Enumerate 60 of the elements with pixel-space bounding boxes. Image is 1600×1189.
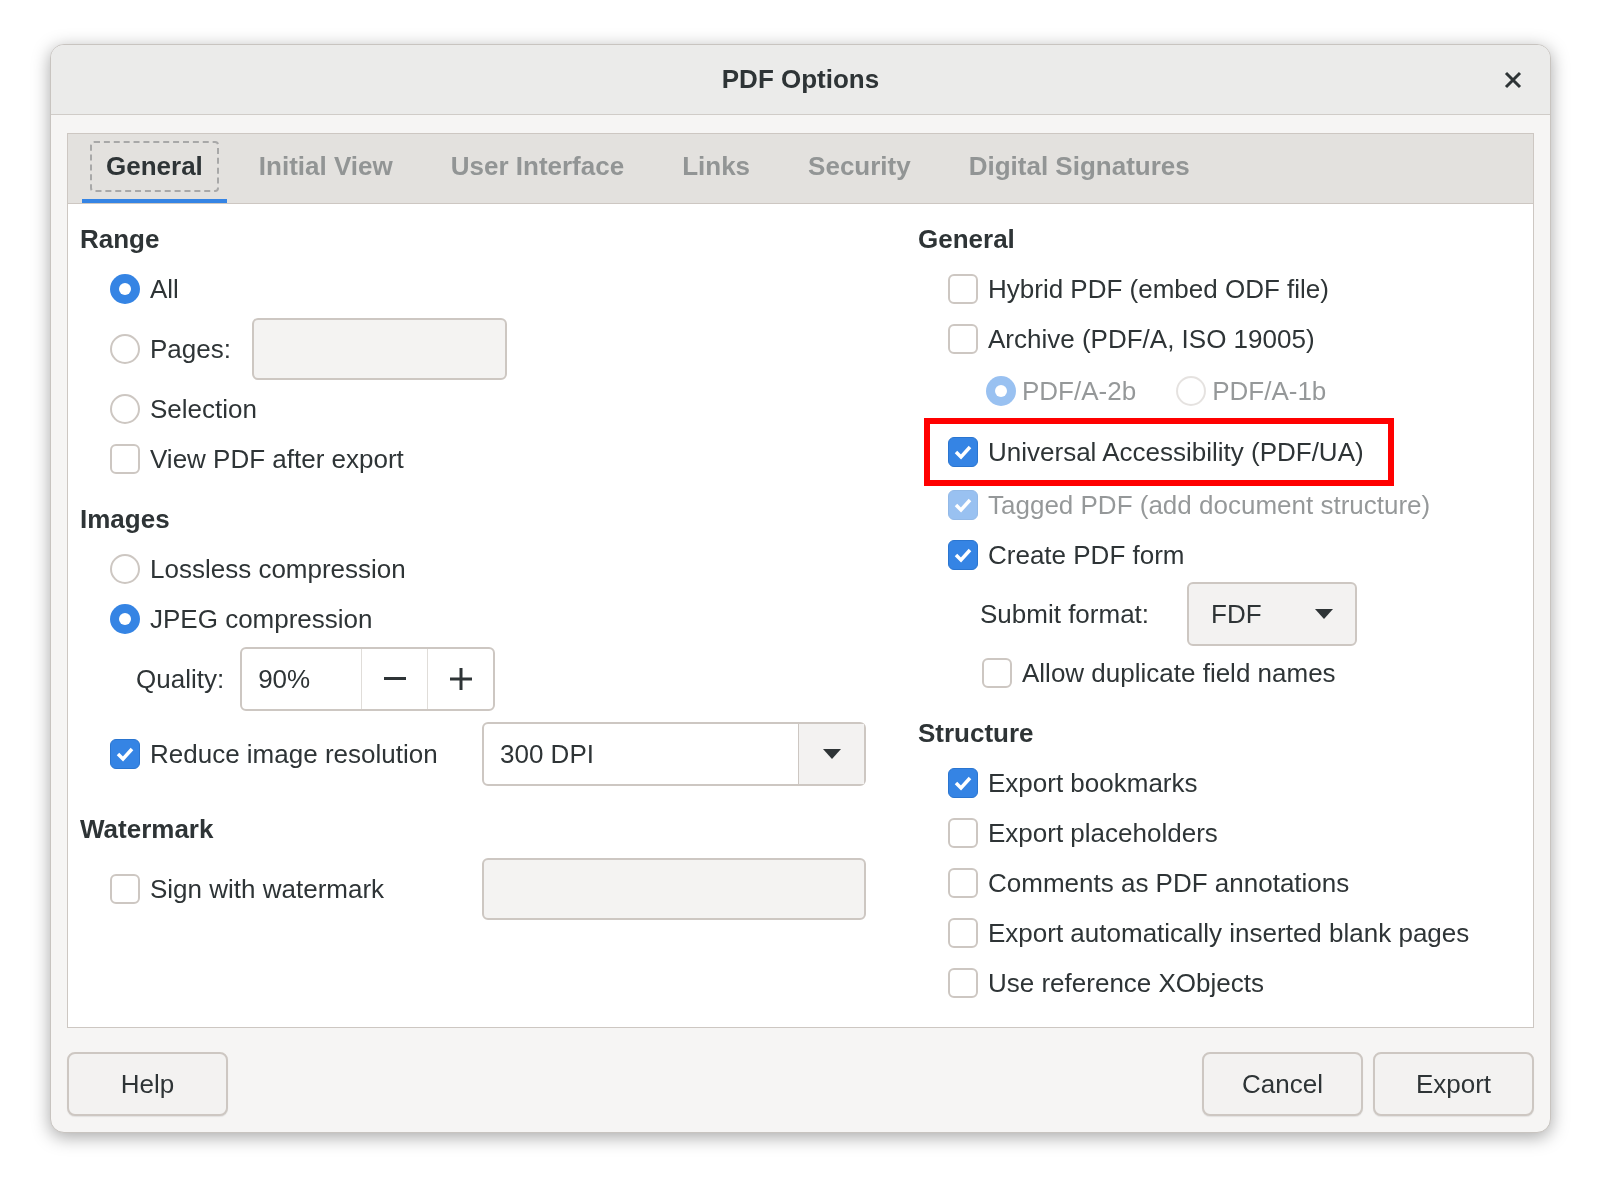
option-label: Selection bbox=[150, 392, 257, 426]
section-heading: Watermark bbox=[80, 812, 215, 846]
option-label: Universal Accessibility (PDF/UA) bbox=[988, 435, 1364, 469]
option-label: Archive (PDF/A, ISO 19005) bbox=[988, 322, 1315, 356]
option-label: Reduce image resolution bbox=[150, 737, 439, 771]
dialog-button[interactable]: Export bbox=[1373, 1052, 1534, 1116]
radio-button[interactable] bbox=[110, 334, 140, 364]
option-label: PDF/A-1b bbox=[1212, 374, 1327, 408]
option-label: Create PDF form bbox=[988, 538, 1185, 572]
dialog-button[interactable]: Help bbox=[67, 1052, 228, 1116]
option-label: Sign with watermark bbox=[150, 872, 386, 906]
radio-button[interactable] bbox=[110, 394, 140, 424]
option-label: Comments as PDF annotations bbox=[988, 866, 1350, 900]
dropdown-button[interactable]: FDF bbox=[1187, 582, 1358, 646]
option-label: View PDF after export bbox=[150, 442, 404, 476]
option-label: Export bookmarks bbox=[988, 766, 1198, 800]
option-label: Hybrid PDF (embed ODF file) bbox=[988, 272, 1329, 306]
checkbox[interactable] bbox=[110, 739, 140, 769]
radio-button[interactable] bbox=[110, 554, 140, 584]
option-label: Tagged PDF (add document structure) bbox=[988, 488, 1431, 522]
option-label: Lossless compression bbox=[150, 552, 406, 586]
radio-button[interactable] bbox=[110, 604, 140, 634]
option-label: Export automatically inserted blank pages bbox=[988, 916, 1470, 950]
checkbox[interactable] bbox=[948, 274, 978, 304]
plus-icon bbox=[449, 668, 472, 690]
option-label: PDF/A-2b bbox=[1022, 374, 1137, 408]
section-heading: General bbox=[918, 222, 1016, 256]
checkbox[interactable] bbox=[948, 324, 978, 354]
checkbox[interactable] bbox=[948, 918, 978, 948]
option-label: All bbox=[150, 272, 179, 306]
checkbox[interactable] bbox=[948, 818, 978, 848]
dropdown-field[interactable]: 300 DPI bbox=[482, 722, 866, 786]
option-label: JPEG compression bbox=[150, 602, 373, 636]
option-label: Quality: bbox=[136, 662, 225, 696]
spin-button-field[interactable]: 90% bbox=[240, 647, 496, 711]
option-label: Submit format: bbox=[980, 597, 1150, 631]
option-label: Pages: bbox=[150, 332, 232, 366]
dropdown-caret-icon bbox=[822, 749, 841, 759]
section-heading: Range bbox=[80, 222, 161, 256]
option-label: Export placeholders bbox=[988, 816, 1218, 850]
dropdown-value: 300 DPI bbox=[499, 737, 595, 771]
checkbox[interactable] bbox=[948, 540, 978, 570]
dropdown-caret-icon bbox=[1315, 609, 1334, 619]
option-label: Use reference XObjects bbox=[988, 966, 1264, 1000]
checkbox[interactable] bbox=[948, 968, 978, 998]
checkbox[interactable] bbox=[110, 444, 140, 474]
window-title: PDF Options bbox=[721, 63, 880, 96]
checkbox[interactable] bbox=[948, 437, 978, 467]
checkbox[interactable] bbox=[948, 868, 978, 898]
section-heading: Structure bbox=[918, 716, 1035, 750]
close-icon bbox=[1504, 71, 1522, 89]
spin-value: 90% bbox=[257, 662, 312, 696]
option-label: Allow duplicate field names bbox=[1022, 656, 1336, 690]
checkbox[interactable] bbox=[948, 768, 978, 798]
dialog-button[interactable]: Cancel bbox=[1202, 1052, 1363, 1116]
minus-icon bbox=[383, 677, 406, 681]
checkbox[interactable] bbox=[982, 658, 1012, 688]
checkbox[interactable] bbox=[110, 874, 140, 904]
radio-button[interactable] bbox=[110, 274, 140, 304]
section-heading: Images bbox=[80, 502, 171, 536]
